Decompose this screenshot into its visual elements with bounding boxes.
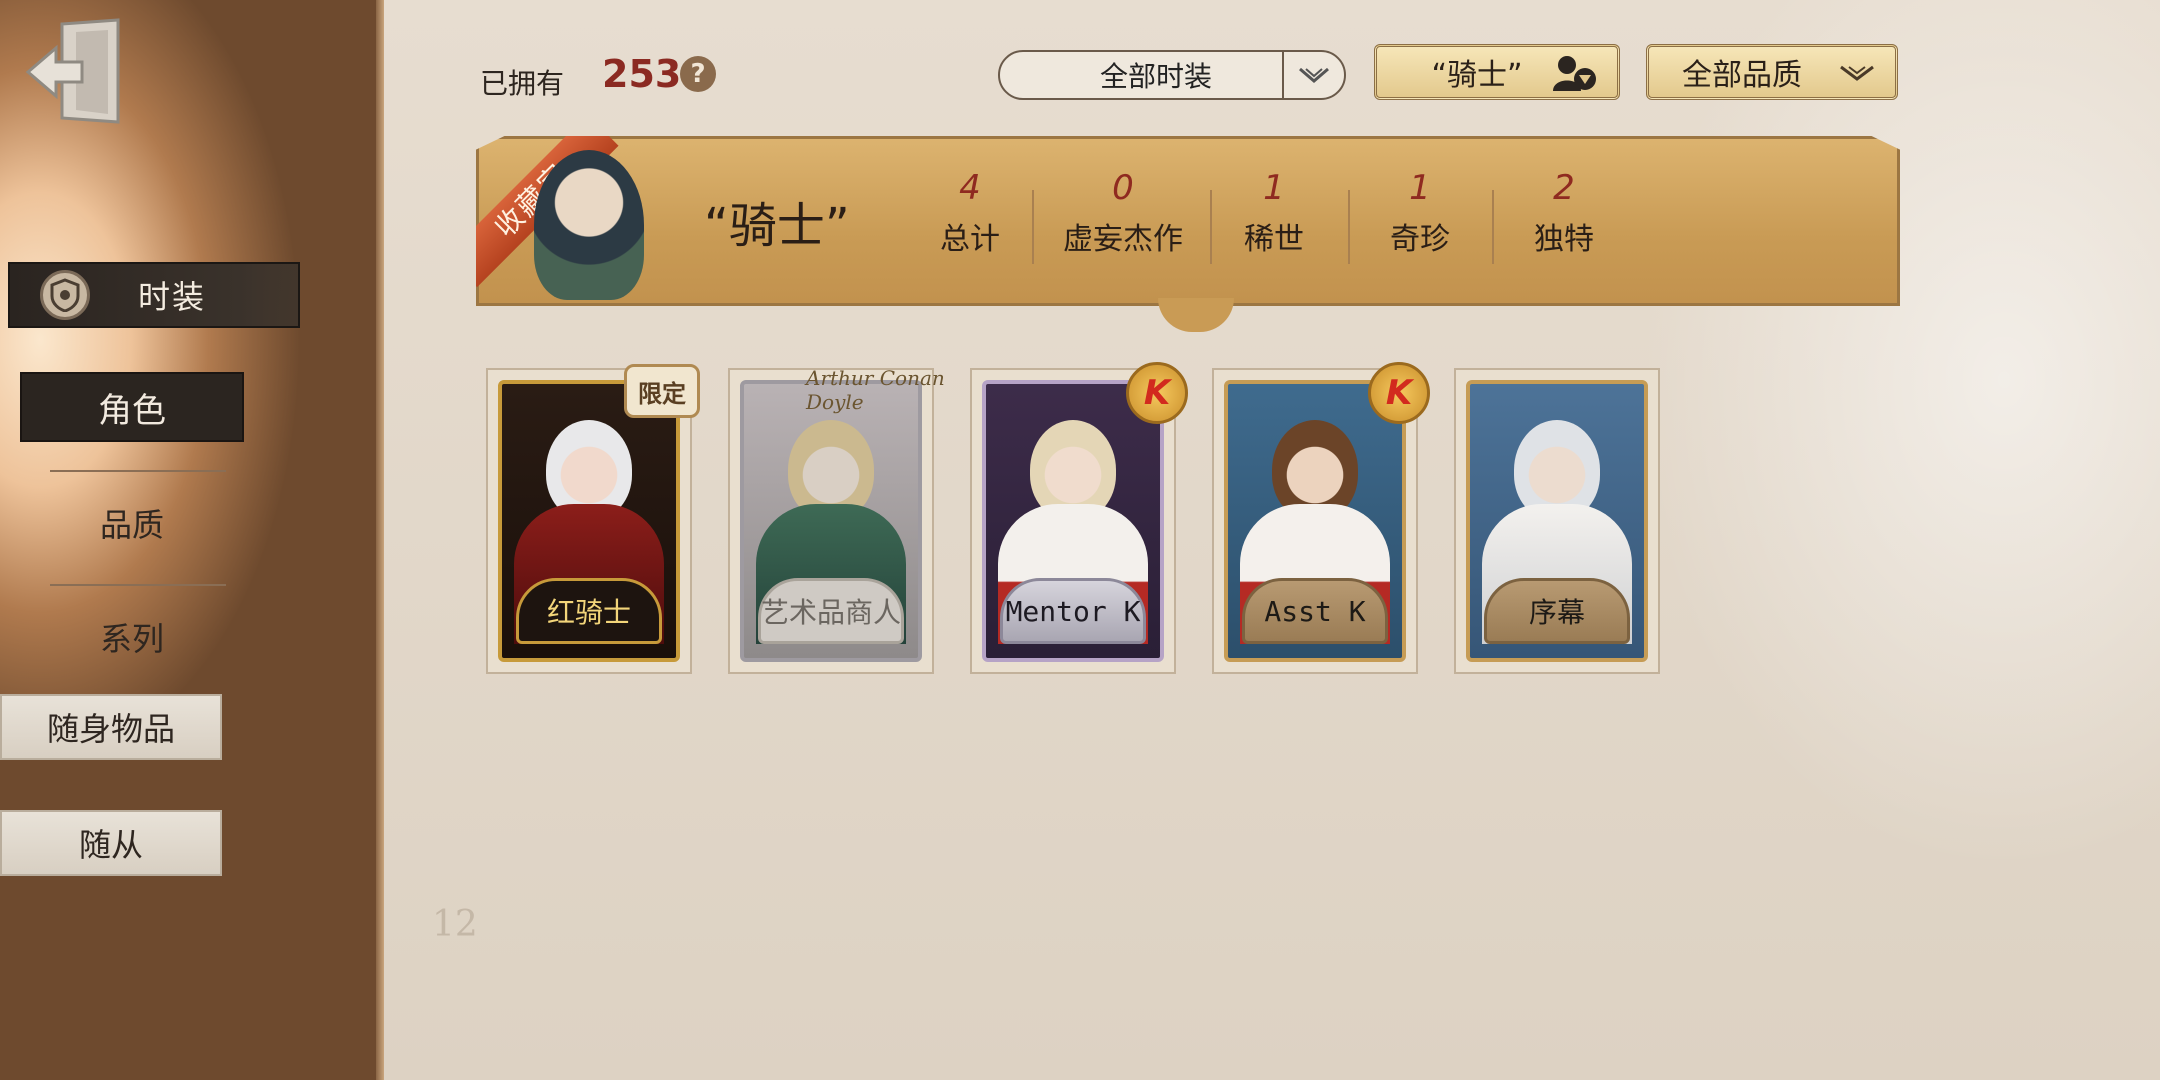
costume-card-asst-k[interactable]: Asst K K <box>1212 362 1430 674</box>
stat-total: 4 总计 <box>910 168 1030 258</box>
costume-filter-value: 全部时装 <box>1099 60 1212 93</box>
stat-rare: 1 稀世 <box>1214 168 1334 258</box>
nav-item-quality[interactable]: 品质 <box>20 488 244 558</box>
nav-item-series[interactable]: 系列 <box>20 602 244 672</box>
stat-label: 虚妄杰作 <box>1063 222 1183 257</box>
costume-name: Mentor K <box>1000 578 1146 644</box>
costume-card-red-knight[interactable]: 红骑士 限定 <box>486 364 700 674</box>
limited-tag: 限定 <box>624 364 700 418</box>
costume-art: Mentor K <box>982 380 1164 662</box>
owned-count: 253 <box>602 52 682 96</box>
divider <box>50 584 226 586</box>
owned-label: 已拥有 <box>480 67 565 100</box>
section-label: 时装 <box>138 278 207 316</box>
stat-unique: 2 独特 <box>1504 168 1624 258</box>
stat-label: 独特 <box>1534 222 1594 257</box>
main-panel: 12 已拥有 253 ? 全部时装 “骑士” 全部品质 收藏家 “骑士” 4 总… <box>384 0 2160 1080</box>
stat-value: 1 <box>1409 168 1431 208</box>
signature-tag: Arthur Conan Doyle <box>806 366 945 414</box>
stat-vain-masterpiece: 0 虚妄杰作 <box>1038 168 1208 258</box>
sidebar: 时装 角色 品质 系列 随身物品 随从 <box>0 0 384 1080</box>
exit-door-icon <box>25 18 120 124</box>
divider <box>50 470 226 472</box>
exit-button[interactable] <box>22 18 122 126</box>
stat-value: 2 <box>1553 168 1575 208</box>
chevron-down-icon <box>1840 65 1874 81</box>
divider <box>1492 190 1494 264</box>
costume-name: Asst K <box>1242 578 1388 644</box>
costume-art: Asst K <box>1224 380 1406 662</box>
costume-name: 红骑士 <box>516 578 662 644</box>
stat-label: 总计 <box>940 222 1000 257</box>
banner-character-name: “骑士” <box>704 198 850 254</box>
costume-card-art-dealer[interactable]: 艺术品商人 Arthur Conan Doyle <box>728 366 945 674</box>
stat-value: 4 <box>959 168 981 208</box>
background-page-number: 12 <box>432 904 478 945</box>
costume-card-mentor-k[interactable]: Mentor K K <box>970 362 1188 674</box>
help-icon[interactable]: ? <box>680 56 716 92</box>
chevron-down-icon <box>1282 52 1344 98</box>
quality-filter-dropdown[interactable]: 全部品质 <box>1646 44 1898 100</box>
costume-filter-dropdown[interactable]: 全部时装 <box>998 50 1346 100</box>
divider <box>1032 190 1034 264</box>
crest-icon <box>40 270 90 320</box>
stat-treasure: 1 奇珍 <box>1360 168 1480 258</box>
character-filter-button[interactable]: “骑士” <box>1374 44 1620 100</box>
character-portrait <box>534 150 644 300</box>
nav-item-follower[interactable]: 随从 <box>0 810 222 876</box>
nav-item-accessory[interactable]: 随身物品 <box>0 694 222 760</box>
divider <box>1210 190 1212 264</box>
stat-value: 1 <box>1263 168 1285 208</box>
stat-label: 稀世 <box>1244 222 1304 257</box>
banner-tab <box>1158 298 1234 332</box>
stat-value: 0 <box>1112 168 1134 208</box>
character-silhouette-filter-icon <box>1553 56 1596 91</box>
stat-label: 奇珍 <box>1390 222 1450 257</box>
costume-name: 序幕 <box>1484 578 1630 644</box>
costume-art: 红骑士 <box>498 380 680 662</box>
costume-card-prologue[interactable]: 序幕 <box>1454 368 1660 674</box>
divider <box>1348 190 1350 264</box>
k-brand-badge: K <box>1126 362 1188 424</box>
section-header-costume: 时装 <box>8 262 300 328</box>
nav-item-character[interactable]: 角色 <box>20 372 244 442</box>
costume-art: 序幕 <box>1466 380 1648 662</box>
quality-filter-value: 全部品质 <box>1682 58 1802 93</box>
character-filter-value: “骑士” <box>1431 58 1523 93</box>
costume-art: 艺术品商人 <box>740 380 922 662</box>
costume-name: 艺术品商人 <box>758 578 904 644</box>
k-brand-badge: K <box>1368 362 1430 424</box>
